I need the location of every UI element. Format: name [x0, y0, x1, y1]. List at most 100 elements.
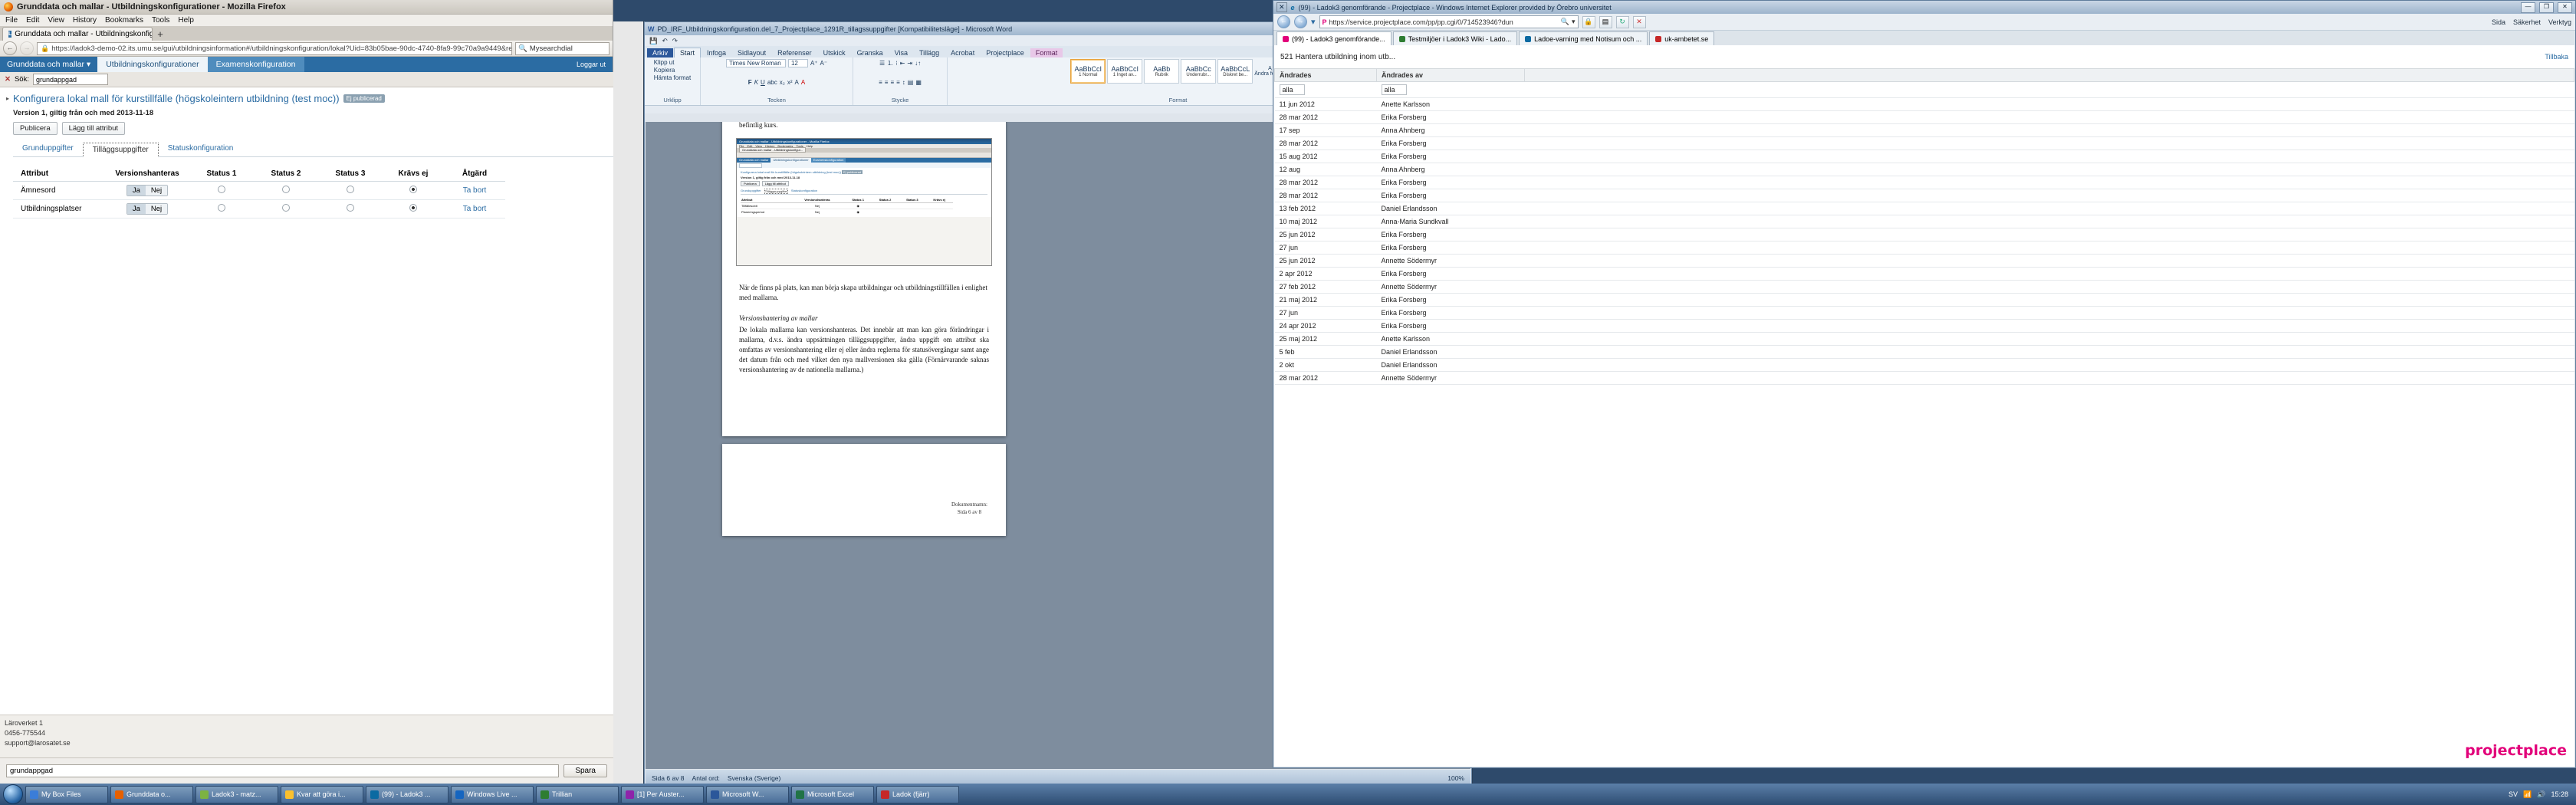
ie-tab-notisum[interactable]: Ladoe-varning med Notisum och ...	[1519, 31, 1648, 45]
ie-refresh-icon[interactable]: ↻	[1615, 15, 1629, 28]
tray-volume-icon[interactable]: 🔊	[2537, 790, 2545, 799]
underline-icon[interactable]: U	[761, 79, 765, 86]
app-brand[interactable]: Grunddata och mallar ▾	[0, 57, 98, 72]
menu-tools[interactable]: Tools	[152, 16, 169, 25]
align-center-icon[interactable]: ≡	[885, 79, 889, 86]
style-normal[interactable]: AaBbCcI 1 Normal	[1070, 59, 1106, 84]
tab-start[interactable]: Start	[674, 48, 702, 58]
klipp-ut-command[interactable]: Klipp ut	[654, 59, 675, 66]
ie-tab-projectplace[interactable]: (99) - Ladok3 genomförande...	[1276, 31, 1392, 45]
browser-search-box[interactable]: 🔍 Mysearchdial	[515, 41, 610, 55]
lagg-till-attribut-button[interactable]: Lägg till attribut	[61, 122, 126, 135]
ie-label-sakerhet[interactable]: Säkerhet	[2513, 18, 2541, 26]
ie-maximize-button[interactable]: ❐	[2539, 2, 2554, 13]
ie-label-verktyg[interactable]: Verktyg	[2548, 18, 2571, 26]
start-button[interactable]	[3, 784, 23, 804]
find-field[interactable]: grundappgad	[32, 74, 108, 85]
bold-icon[interactable]: F	[748, 79, 752, 86]
align-left-icon[interactable]: ≡	[879, 79, 882, 86]
style-inget-av[interactable]: AaBbCcI 1 Inget av...	[1107, 59, 1143, 84]
radio-status3[interactable]	[347, 186, 354, 193]
radio-status1[interactable]	[218, 204, 225, 212]
tab-tillaggsuppgifter[interactable]: Tilläggsuppgifter	[82, 143, 159, 157]
tab-visa[interactable]: Visa	[889, 48, 913, 58]
tab-infoga[interactable]: Infoga	[702, 48, 731, 58]
font-size-box[interactable]: 12	[787, 59, 808, 67]
radio-kravs-ej[interactable]	[409, 204, 417, 212]
new-tab-button[interactable]: +	[153, 28, 168, 41]
ie-label-sida[interactable]: Sida	[2492, 18, 2505, 26]
qat-save-icon[interactable]: 💾	[649, 37, 658, 45]
expand-caret-icon[interactable]: ▸	[6, 95, 9, 102]
ja-nej-toggle[interactable]: Ja Nej	[126, 185, 169, 196]
radio-kravs-ej[interactable]	[409, 186, 417, 193]
ie-minimize-button[interactable]: —	[2521, 2, 2535, 13]
find-input[interactable]	[6, 764, 560, 777]
menu-edit[interactable]: Edit	[26, 16, 39, 25]
pp-filter-date[interactable]: alla	[1274, 81, 1377, 98]
taskbar-button[interactable]: Grunddata o...	[110, 785, 193, 803]
ie-forward-button[interactable]: →	[1294, 15, 1307, 28]
subscript-icon[interactable]: x₂	[780, 79, 785, 86]
toggle-nej[interactable]: Nej	[145, 204, 168, 214]
toggle-ja[interactable]: Ja	[127, 204, 146, 214]
tab-grunduppgifter[interactable]: Grunduppgifter	[13, 142, 83, 156]
tab-referenser[interactable]: Referenser	[772, 48, 817, 58]
pp-filter-user[interactable]: alla	[1376, 81, 1525, 98]
taskbar-button[interactable]: Microsoft W...	[706, 785, 789, 803]
ie-tab-wiki[interactable]: Testmiljöer i Ladok3 Wiki - Lado...	[1392, 31, 1518, 45]
qat-redo-icon[interactable]: ↷	[672, 37, 678, 45]
tab-format[interactable]: Format	[1030, 48, 1063, 58]
ie-back-button[interactable]: ←	[1277, 15, 1290, 28]
tab-sidlayout[interactable]: Sidlayout	[732, 48, 771, 58]
taskbar-button[interactable]: [1] Per Auster...	[621, 785, 704, 803]
taskbar-button[interactable]: My Box Files	[25, 785, 108, 803]
taskbar-button[interactable]: Ladok (fjärr)	[876, 785, 959, 803]
logout-link[interactable]: Loggar ut	[569, 57, 613, 72]
tab-projectplace[interactable]: Projectplace	[981, 48, 1030, 58]
browser-tab[interactable]: L Grunddata och mallar - Utbildningskonf…	[2, 27, 153, 41]
menu-help[interactable]: Help	[178, 16, 194, 25]
qat-undo-icon[interactable]: ↶	[662, 37, 668, 45]
menu-file[interactable]: File	[5, 16, 18, 25]
tray-network-icon[interactable]: 📶	[2523, 790, 2532, 799]
increase-indent-icon[interactable]: ⇥	[907, 60, 912, 67]
line-spacing-icon[interactable]: ↕	[902, 79, 905, 86]
ie-tab-ukambetet[interactable]: uk-ambetet.se	[1649, 31, 1715, 45]
app-tab-utbildningskonfigurationer[interactable]: Utbildningskonfigurationer	[97, 57, 208, 72]
forward-button[interactable]: →	[20, 41, 34, 55]
radio-status3[interactable]	[347, 204, 354, 212]
status-zoom[interactable]: 100%	[1447, 774, 1464, 782]
ie-stop-icon[interactable]: ✕	[1632, 15, 1646, 28]
font-color-icon[interactable]: A	[801, 79, 805, 86]
radio-status2[interactable]	[282, 204, 290, 212]
ie-close-left-icon[interactable]: ✕	[1276, 2, 1287, 12]
radio-status1[interactable]	[218, 186, 225, 193]
taskbar-button[interactable]: (99) - Ladok3 ...	[366, 785, 449, 803]
pp-tillbaka-link[interactable]: Tillbaka	[2545, 53, 2568, 61]
style-rubrik[interactable]: AaBb Rubrik	[1144, 59, 1180, 84]
shading-icon[interactable]: ▤	[908, 79, 914, 86]
ta-bort-link[interactable]: Ta bort	[463, 205, 487, 213]
numbering-icon[interactable]: ⒈	[887, 59, 893, 67]
ie-address-bar[interactable]: P https://service.projectplace.com/pp/pp…	[1319, 15, 1579, 28]
app-tab-examenskonfiguration[interactable]: Examenskonfiguration	[207, 57, 304, 72]
kopiera-command[interactable]: Kopiera	[654, 67, 675, 74]
address-bar[interactable]: 🔒 https://ladok3-demo-02.its.umu.se/gui/…	[37, 41, 512, 55]
justify-icon[interactable]: ≡	[896, 79, 900, 86]
spara-button[interactable]: Spara	[564, 764, 607, 777]
strikethrough-icon[interactable]: abc	[767, 79, 777, 86]
ie-history-dropdown-icon[interactable]: ▾	[1311, 17, 1316, 27]
taskbar-button[interactable]: Trillian	[536, 785, 619, 803]
decrease-indent-icon[interactable]: ⇤	[900, 60, 905, 67]
menu-history[interactable]: History	[73, 16, 97, 25]
toggle-nej[interactable]: Nej	[145, 186, 168, 196]
align-right-icon[interactable]: ≡	[890, 79, 894, 86]
style-diskret[interactable]: AaBbCcL Diskret be...	[1217, 59, 1254, 84]
taskbar-button[interactable]: Windows Live ...	[451, 785, 534, 803]
italic-icon[interactable]: K	[754, 79, 758, 86]
multilevel-list-icon[interactable]: ⁝	[895, 60, 898, 67]
taskbar-button[interactable]: Kvar att göra i...	[281, 785, 363, 803]
tray-clock[interactable]: 15:28	[2551, 790, 2568, 798]
taskbar-button[interactable]: Ladok3 - matz...	[196, 785, 278, 803]
